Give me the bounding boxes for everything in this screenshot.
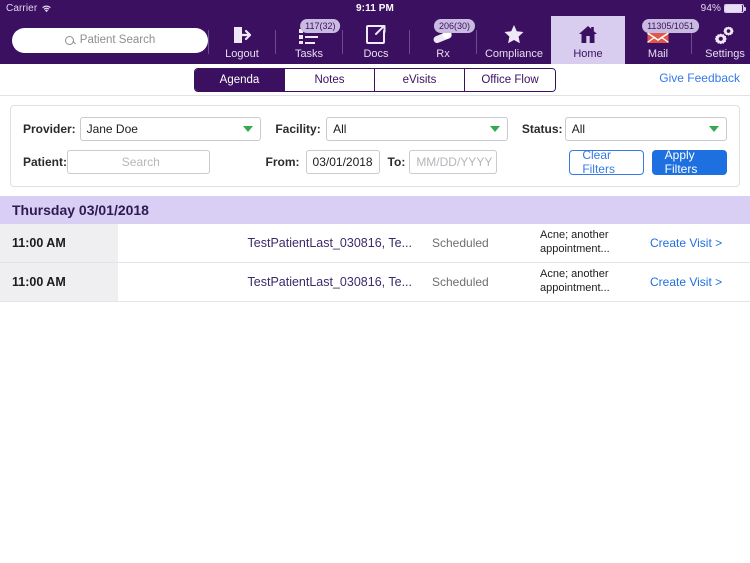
nav-label-tasks: Tasks: [294, 48, 324, 60]
status-bar-left: Carrier: [6, 3, 52, 14]
appointment-status: Scheduled: [432, 236, 489, 250]
carrier-label: Carrier: [6, 2, 38, 14]
patient-name[interactable]: TestPatientLast_030816, Te...: [118, 263, 420, 301]
segmented-control: Agenda Notes eVisits Office Flow: [194, 68, 556, 92]
from-date-input[interactable]: 03/01/2018: [305, 150, 380, 174]
facility-select[interactable]: All: [326, 117, 508, 141]
nav-item-home[interactable]: Home: [551, 16, 625, 64]
section-tab-bar: Agenda Notes eVisits Office Flow Give Fe…: [0, 64, 750, 96]
nav-label-compliance: Compliance: [484, 48, 544, 60]
nav-label-docs: Docs: [363, 48, 389, 60]
filter-row-1: Provider: Jane Doe Facility: All Status:…: [23, 116, 728, 142]
nav-item-mail[interactable]: 11305/1051 Mail: [625, 16, 699, 64]
status-select[interactable]: All: [564, 117, 728, 141]
to-date-placeholder: MM/DD/YYYY: [416, 155, 493, 169]
nav-item-logout[interactable]: Logout: [209, 16, 275, 64]
nav-label-logout: Logout: [225, 48, 259, 60]
appointment-time: 11:00 AM: [0, 224, 118, 262]
provider-value: Jane Doe: [86, 122, 138, 136]
to-date-input[interactable]: MM/DD/YYYY: [409, 150, 498, 174]
appointment-status: Scheduled: [432, 275, 489, 289]
nav-item-compliance[interactable]: Compliance: [477, 16, 551, 64]
patient-label: Patient:: [23, 155, 68, 169]
tasks-badge: 117(32): [300, 19, 341, 33]
nav-label-rx: Rx: [436, 48, 450, 60]
chevron-down-icon: [709, 126, 720, 132]
logout-icon: [231, 21, 253, 45]
status-bar: Carrier 9:11 PM 94%: [0, 0, 750, 16]
apply-filters-button[interactable]: Apply Filters: [651, 148, 727, 176]
tab-notes[interactable]: Notes: [285, 69, 375, 91]
facility-label: Facility:: [275, 122, 321, 136]
table-row[interactable]: 11:00 AM TestPatientLast_030816, Te... S…: [0, 263, 750, 302]
provider-label: Provider:: [23, 122, 76, 136]
provider-select[interactable]: Jane Doe: [79, 117, 262, 141]
docs-icon: [365, 21, 387, 45]
search-icon: [64, 35, 74, 45]
from-date-value: 03/01/2018: [312, 155, 373, 169]
tab-office-flow[interactable]: Office Flow: [465, 69, 555, 91]
patient-search-input[interactable]: Patient Search: [12, 27, 208, 53]
create-visit-link[interactable]: Create Visit >: [650, 224, 750, 262]
nav-label-mail: Mail: [647, 48, 669, 60]
patient-search-placeholder-text: Search: [121, 155, 160, 169]
chevron-down-icon: [489, 126, 500, 132]
to-label: To:: [387, 155, 406, 169]
nav-item-tasks[interactable]: 117(32) Tasks: [276, 16, 342, 64]
agenda-date-header: Thursday 03/01/2018: [0, 196, 750, 224]
nav-label-settings: Settings: [705, 48, 745, 60]
status-label: Status:: [521, 122, 563, 136]
clear-filters-button[interactable]: Clear Filters: [569, 148, 644, 176]
appointment-time: 11:00 AM: [0, 263, 118, 301]
tab-evisits[interactable]: eVisits: [375, 69, 465, 91]
appointment-reason: Acne; another appointment...: [540, 268, 610, 294]
nav-item-settings[interactable]: Settings: [692, 16, 750, 64]
mail-badge: 11305/1051: [642, 19, 699, 33]
status-value: All: [571, 122, 586, 136]
table-row[interactable]: 11:00 AM TestPatientLast_030816, Te... S…: [0, 224, 750, 263]
tab-agenda[interactable]: Agenda: [195, 69, 285, 91]
battery-percent-label: 94%: [700, 2, 721, 14]
nav-item-rx[interactable]: 206(30) Rx: [410, 16, 476, 64]
agenda-row-list: 11:00 AM TestPatientLast_030816, Te... S…: [0, 224, 750, 302]
patient-search-field[interactable]: Search: [67, 150, 210, 174]
star-icon: [503, 21, 525, 45]
rx-badge: 206(30): [433, 19, 476, 33]
status-bar-right: 94%: [700, 2, 746, 14]
appointment-reason: Acne; another appointment...: [540, 229, 610, 255]
status-bar-time: 9:11 PM: [356, 2, 394, 14]
filter-row-2: Patient: Search From: 03/01/2018 To: MM/…: [23, 148, 727, 176]
home-icon: [577, 21, 599, 45]
give-feedback-link[interactable]: Give Feedback: [659, 71, 740, 85]
app-root: Carrier 9:11 PM 94% Patient Search Logou…: [0, 0, 750, 563]
patient-name[interactable]: TestPatientLast_030816, Te...: [118, 224, 420, 262]
facility-value: All: [333, 122, 347, 136]
filter-panel: Provider: Jane Doe Facility: All Status:…: [10, 105, 740, 187]
battery-icon: [724, 3, 746, 13]
top-navigation-bar: Patient Search Logout 117(32) Tasks Docs…: [0, 16, 750, 64]
gears-icon: [713, 21, 737, 45]
chevron-down-icon: [243, 126, 254, 132]
wifi-icon: [42, 5, 52, 12]
create-visit-link[interactable]: Create Visit >: [650, 263, 750, 301]
patient-search-container: Patient Search: [0, 16, 208, 64]
patient-search-placeholder: Patient Search: [79, 34, 156, 46]
from-label: From:: [265, 155, 300, 169]
nav-item-docs[interactable]: Docs: [343, 16, 409, 64]
nav-label-home: Home: [573, 48, 603, 60]
nav-items: Logout 117(32) Tasks Docs 206(30) Rx Com…: [208, 16, 750, 64]
